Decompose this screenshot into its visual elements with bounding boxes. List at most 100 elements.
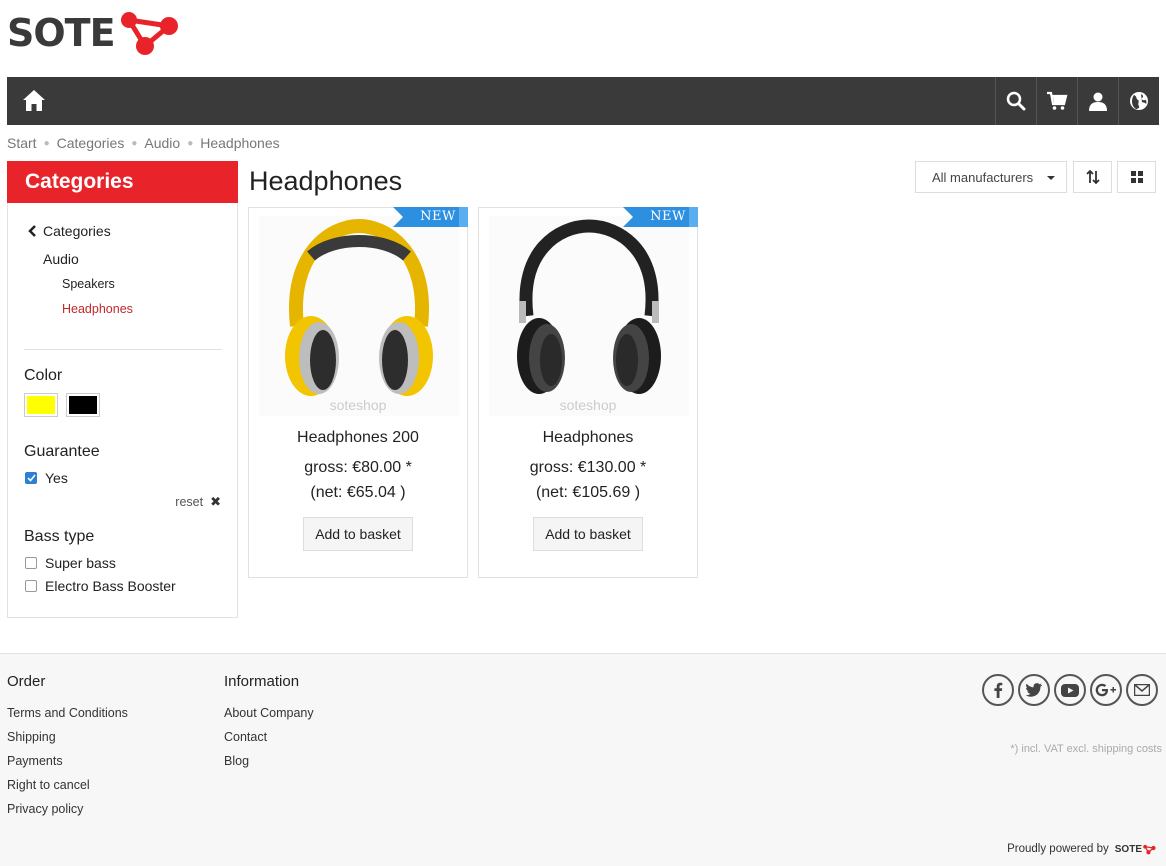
globe-icon [1130, 92, 1148, 110]
new-badge: NEW [393, 207, 468, 227]
sidebar-title: Categories [7, 161, 238, 203]
logo-text: SOTE [7, 11, 116, 55]
search-icon [1006, 91, 1026, 111]
filter-guarantee-title: Guarantee [24, 443, 100, 460]
price-gross: gross: €80.00 * [304, 459, 412, 476]
swatch-fill [27, 396, 55, 414]
add-to-basket-button[interactable]: Add to basket [303, 517, 413, 551]
guarantee-yes-option[interactable]: Yes [25, 470, 68, 486]
footer-link-about[interactable]: About Company [224, 706, 314, 720]
product-name[interactable]: Headphones 200 [249, 429, 467, 447]
social-links [982, 674, 1158, 706]
filter-color-title: Color [24, 367, 63, 384]
user-icon [1089, 92, 1107, 111]
category-back-label: Categories [43, 223, 111, 239]
chevron-left-icon [28, 225, 36, 237]
account-button[interactable] [1077, 77, 1118, 125]
sort-button[interactable] [1073, 161, 1112, 193]
powered-by-logo[interactable]: SOTE [1115, 844, 1156, 855]
sort-icon [1085, 170, 1100, 184]
home-icon[interactable] [21, 88, 47, 114]
footer-link-contact[interactable]: Contact [224, 730, 267, 744]
checkbox[interactable] [25, 580, 37, 592]
category-sidebar: Categories Categories Audio Speakers Hea… [7, 161, 238, 618]
twitter-icon[interactable] [1018, 674, 1050, 706]
bass-electro-option[interactable]: Electro Bass Booster [25, 578, 176, 594]
guarantee-yes-label: Yes [45, 470, 68, 486]
breadcrumb-audio[interactable]: Audio [144, 135, 180, 151]
category-headphones-active[interactable]: Headphones [62, 302, 133, 316]
footer-information-title: Information [224, 673, 300, 690]
manufacturer-select-value: All manufacturers [932, 170, 1034, 185]
language-button[interactable] [1118, 77, 1159, 125]
footer-link-payments[interactable]: Payments [7, 754, 63, 768]
vat-note: *) incl. VAT excl. shipping costs [1010, 743, 1162, 755]
image-watermark: soteshop [329, 397, 387, 413]
filter-bass-title: Bass type [24, 528, 95, 545]
add-to-basket-button[interactable]: Add to basket [533, 517, 643, 551]
breadcrumb-separator: ● [131, 137, 138, 149]
price-net: (net: €65.04 ) [310, 484, 406, 501]
breadcrumb-start[interactable]: Start [7, 135, 37, 151]
manufacturer-select[interactable]: All manufacturers [915, 161, 1067, 193]
grid-icon [1130, 171, 1143, 183]
new-badge-label: NEW [650, 209, 686, 224]
breadcrumb: Start ● Categories ● Audio ● Headphones [7, 135, 280, 151]
site-footer: Order Terms and Conditions Shipping Paym… [0, 653, 1166, 866]
close-icon: ✖ [210, 494, 221, 509]
reset-label: reset [175, 495, 204, 509]
color-swatch-black[interactable] [66, 393, 100, 417]
email-icon[interactable] [1126, 674, 1158, 706]
cart-button[interactable] [1036, 77, 1077, 125]
category-tree: Categories Audio Speakers Headphones [8, 203, 237, 348]
footer-link-right-to-cancel[interactable]: Right to cancel [7, 778, 90, 792]
search-button[interactable] [995, 77, 1036, 125]
main-navbar [7, 77, 1159, 125]
cart-icon [1047, 91, 1068, 110]
site-logo[interactable]: SOTE [7, 8, 181, 58]
product-card[interactable]: NEW soteshop Headphones gross: €130.00 *… [478, 207, 698, 578]
headphones-yellow-image [285, 218, 433, 396]
footer-link-terms[interactable]: Terms and Conditions [7, 706, 128, 720]
headphones-black-image [517, 219, 661, 394]
category-audio[interactable]: Audio [43, 251, 79, 267]
powered-by: Proudly powered by SOTE [1007, 843, 1156, 855]
image-watermark: soteshop [559, 397, 617, 413]
swatch-fill [69, 396, 97, 414]
color-swatch-yellow[interactable] [24, 393, 58, 417]
check-icon [26, 474, 36, 482]
breadcrumb-categories[interactable]: Categories [57, 135, 125, 151]
footer-link-privacy[interactable]: Privacy policy [7, 802, 83, 816]
footer-link-shipping[interactable]: Shipping [7, 730, 56, 744]
logo-mark-icon [1143, 844, 1156, 854]
bass-electro-label: Electro Bass Booster [45, 578, 176, 594]
product-card[interactable]: NEW soteshop Headphones 200 gross: €80.0… [248, 207, 468, 578]
breadcrumb-separator: ● [43, 137, 50, 149]
facebook-icon[interactable] [982, 674, 1014, 706]
powered-by-label: Proudly powered by [1007, 843, 1109, 855]
category-back-link[interactable]: Categories [28, 223, 111, 239]
google-plus-icon[interactable] [1090, 674, 1122, 706]
product-name[interactable]: Headphones [479, 429, 697, 447]
checkbox[interactable] [25, 557, 37, 569]
category-speakers[interactable]: Speakers [62, 277, 115, 291]
price-gross: gross: €130.00 * [529, 459, 647, 476]
bass-super-label: Super bass [45, 555, 116, 571]
checkbox-checked[interactable] [25, 472, 37, 484]
new-badge: NEW [623, 207, 698, 227]
sidebar-divider [24, 349, 222, 350]
product-image[interactable] [259, 216, 459, 416]
caret-down-icon [1047, 176, 1055, 180]
grid-view-button[interactable] [1117, 161, 1156, 193]
product-image[interactable] [489, 216, 689, 416]
logo-mark-icon [120, 12, 178, 55]
powered-logo-text: SOTE [1114, 843, 1142, 855]
reset-filter-button[interactable]: reset ✖ [175, 494, 221, 510]
footer-order-title: Order [7, 673, 46, 690]
breadcrumb-separator: ● [187, 137, 194, 149]
bass-super-option[interactable]: Super bass [25, 555, 116, 571]
breadcrumb-headphones[interactable]: Headphones [200, 135, 279, 151]
price-net: (net: €105.69 ) [535, 484, 641, 501]
footer-link-blog[interactable]: Blog [224, 754, 249, 768]
youtube-icon[interactable] [1054, 674, 1086, 706]
